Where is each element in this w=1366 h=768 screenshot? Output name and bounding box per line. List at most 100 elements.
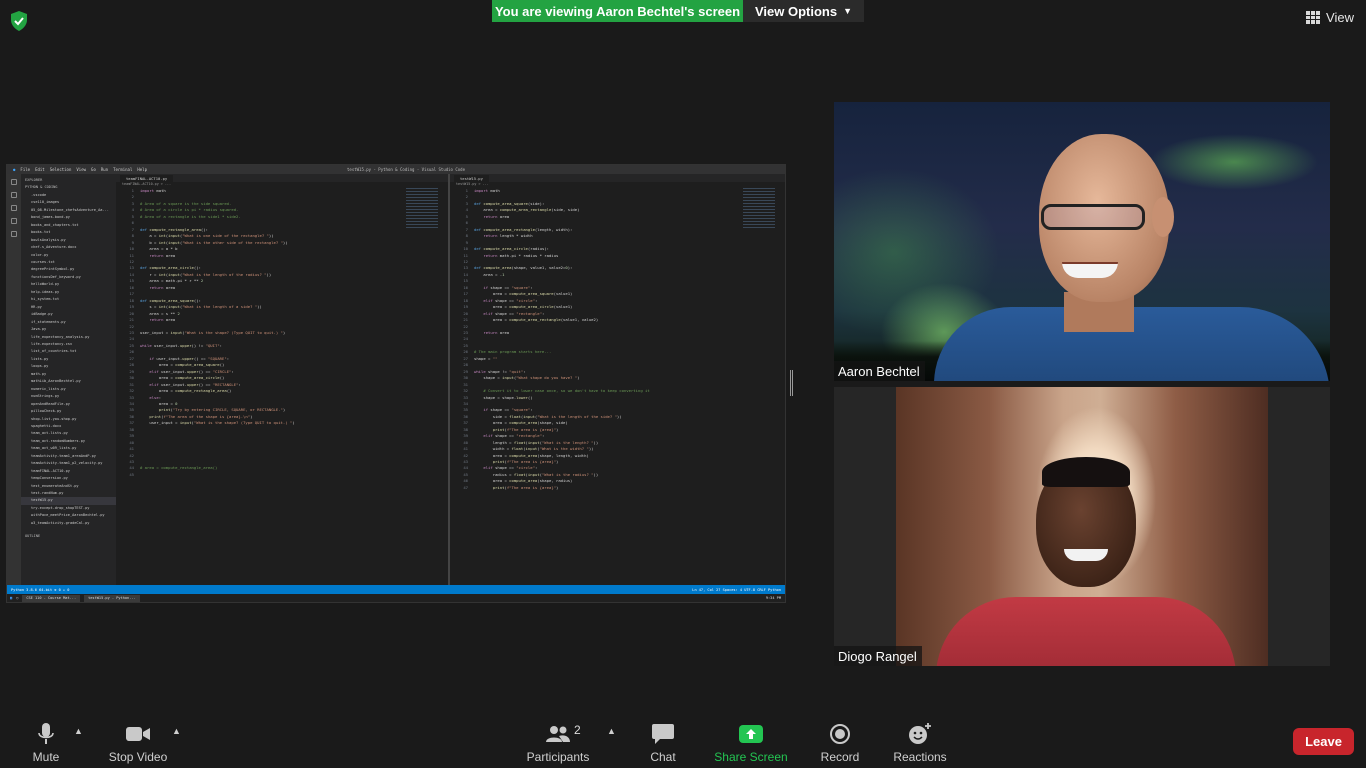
- explorer-file-item[interactable]: mathLib_AaronBechtel.py: [21, 378, 116, 385]
- explorer-file-item[interactable]: HR.py: [21, 304, 116, 311]
- explorer-file-item[interactable]: teamActivity-team1_areaAndP.py: [21, 453, 116, 460]
- explorer-file-item[interactable]: if_statements.py: [21, 319, 116, 326]
- viewing-screen-banner: You are viewing Aaron Bechtel's screen: [492, 0, 743, 22]
- explorer-file-item[interactable]: math.py: [21, 371, 116, 378]
- chat-button[interactable]: Chat: [646, 720, 680, 764]
- explorer-header: EXPLORER: [25, 178, 43, 182]
- explorer-file-item[interactable]: cse110_images: [21, 199, 116, 206]
- explorer-file-item[interactable]: degreePrintSymbol.py: [21, 266, 116, 273]
- reactions-label: Reactions: [893, 750, 947, 764]
- menu-go: Go: [91, 167, 96, 172]
- leave-button[interactable]: Leave: [1293, 728, 1354, 755]
- explorer-file-item[interactable]: team_act-lists.py: [21, 430, 116, 437]
- vscode-logo-icon: ●: [13, 167, 16, 172]
- taskbar-item-browser: CSE 110 - Course Mat...: [22, 594, 81, 602]
- explorer-file-item[interactable]: numStrings.py: [21, 393, 116, 400]
- video-options-caret-icon[interactable]: ▲: [172, 726, 181, 736]
- explorer-file-item[interactable]: pillowCheck.py: [21, 408, 116, 415]
- explorer-file-item[interactable]: help-ideas.py: [21, 289, 116, 296]
- mute-label: Mute: [32, 750, 60, 764]
- video-tile-diogo[interactable]: Diogo Rangel: [834, 387, 1330, 666]
- grid-view-icon: [1306, 11, 1321, 24]
- explorer-file-item[interactable]: chef-s_Adventure.docx: [21, 244, 116, 251]
- chat-label: Chat: [650, 750, 676, 764]
- record-button[interactable]: Record: [820, 720, 860, 764]
- menu-help: Help: [137, 167, 147, 172]
- explorer-file-item[interactable]: lists.py: [21, 356, 116, 363]
- explorer-file-item[interactable]: withPace_meetPrice_AaronBechtel.py: [21, 512, 116, 519]
- explorer-file-item[interactable]: list_of_countries.txt: [21, 348, 116, 355]
- panel-resize-handle[interactable]: [790, 370, 793, 396]
- participant-glasses: [1041, 204, 1145, 230]
- audio-options-caret-icon[interactable]: ▲: [74, 726, 83, 736]
- explorer-file-item[interactable]: hi_system.txt: [21, 296, 116, 303]
- stop-video-button[interactable]: Stop Video: [106, 720, 170, 764]
- explorer-file-item[interactable]: courses.txt: [21, 259, 116, 266]
- explorer-file-item[interactable]: test-randNum.py: [21, 490, 116, 497]
- right-minimap[interactable]: [743, 188, 775, 228]
- explorer-file-item[interactable]: color.py: [21, 252, 116, 259]
- explorer-file-item[interactable]: Java.py: [21, 326, 116, 333]
- explorer-file-item[interactable]: loops.py: [21, 363, 116, 370]
- view-options-label: View Options: [754, 3, 838, 19]
- video-camera-icon: [126, 727, 150, 741]
- reactions-button[interactable]: Reactions: [892, 720, 948, 764]
- explorer-file-item[interactable]: tempConversion.py: [21, 475, 116, 482]
- status-right: Ln 47, Col 27 Spaces: 4 UTF-8 CRLF Pytho…: [692, 587, 781, 592]
- menu-view: View: [76, 167, 87, 172]
- explorer-file-item[interactable]: try-except-drop_shopTEST.py: [21, 505, 116, 512]
- explorer-file-item[interactable]: idBadge.py: [21, 311, 116, 318]
- menu-selection: Selection: [49, 167, 72, 172]
- explorer-file-item[interactable]: teamActivity-team1_p2_velocity.py: [21, 460, 116, 467]
- shared-screen[interactable]: ● File Edit Selection View Go Run Termin…: [6, 164, 786, 603]
- right-editor-pane: testW15.py testW15.py > ... 1 import math…: [450, 174, 785, 585]
- stop-video-label: Stop Video: [108, 750, 168, 764]
- windows-taskbar: ▦ ○ CSE 110 - Course Mat... testW15.py -…: [7, 594, 785, 602]
- explorer-file-item[interactable]: 05_08-Milestone_chefsAdventure_Aa...: [21, 207, 116, 214]
- menu-run: Run: [100, 167, 109, 172]
- view-layout-button[interactable]: View: [1306, 10, 1354, 25]
- explorer-file-item[interactable]: bowlsAnalysis.py: [21, 237, 116, 244]
- explorer-file-item[interactable]: w3_teamActivity-gradeCal.py: [21, 520, 116, 527]
- explorer-file-item[interactable]: team_act-randomNumbers.py: [21, 438, 116, 445]
- explorer-file-item[interactable]: shop-list-you-shop.py: [21, 416, 116, 423]
- explorer-file-item[interactable]: life-expectancy.csv: [21, 341, 116, 348]
- security-shield-icon[interactable]: [10, 11, 28, 31]
- explorer-file-item[interactable]: bond_james-bond.py: [21, 214, 116, 221]
- view-options-button[interactable]: View Options ▼: [743, 0, 864, 22]
- explorer-file-item[interactable]: functionsDef_keyword.py: [21, 274, 116, 281]
- participants-options-caret-icon[interactable]: ▲: [607, 726, 616, 736]
- left-editor-tab: teamFINAL-ACT10.py: [120, 174, 174, 182]
- participants-count-badge: 2: [574, 723, 581, 737]
- video-tile-aaron[interactable]: Aaron Bechtel: [834, 102, 1330, 381]
- explorer-file-item[interactable]: books.txt: [21, 229, 116, 236]
- menu-file: File: [20, 167, 31, 172]
- explorer-file-item[interactable]: helloWorld.py: [21, 281, 116, 288]
- participants-label: Participants: [526, 750, 590, 764]
- share-screen-button[interactable]: Share Screen: [714, 720, 788, 764]
- left-code: 1 import math 2 3 # Area of a square is th…: [129, 188, 295, 477]
- file-list: .vscode cse110_images 05_08-Milestone_chef…: [21, 192, 116, 527]
- participant-name-label: Diogo Rangel: [834, 646, 922, 666]
- explorer-file-item[interactable]: .vscode: [21, 192, 116, 199]
- mute-button[interactable]: Mute: [28, 720, 64, 764]
- share-screen-label: Share Screen: [714, 750, 788, 764]
- taskbar-search-icon: ○: [16, 596, 19, 600]
- participant-smile: [1064, 549, 1108, 561]
- left-minimap[interactable]: [406, 188, 438, 228]
- explorer-file-item[interactable]: team_act_w09_lists.py: [21, 445, 116, 452]
- explorer-file-item[interactable]: teamFINAL-ACT10.py: [21, 468, 116, 475]
- folder-name: PYTHON & CODING: [25, 185, 58, 190]
- taskbar-item-vscode: testW15.py - Python...: [84, 594, 140, 602]
- explorer-file-item[interactable]: spaghetti.docx: [21, 423, 116, 430]
- explorer-file-item[interactable]: openAndReadFile.py: [21, 401, 116, 408]
- explorer-file-item[interactable]: life_expectancy_analysis.py: [21, 334, 116, 341]
- vscode-window-title: testW15.py - Python & Coding - Visual St…: [347, 167, 466, 172]
- explorer-file-item[interactable]: books_and_chapters.txt: [21, 222, 116, 229]
- taskbar-clock: 9:34 PM: [765, 596, 781, 600]
- explorer-file-item[interactable]: testW15.py: [21, 497, 116, 505]
- explorer-file-item[interactable]: numeric_lists.py: [21, 386, 116, 393]
- activity-bar: [7, 174, 21, 585]
- participant-shirt: [936, 597, 1236, 666]
- explorer-file-item[interactable]: test_enumerateAndSt.py: [21, 483, 116, 490]
